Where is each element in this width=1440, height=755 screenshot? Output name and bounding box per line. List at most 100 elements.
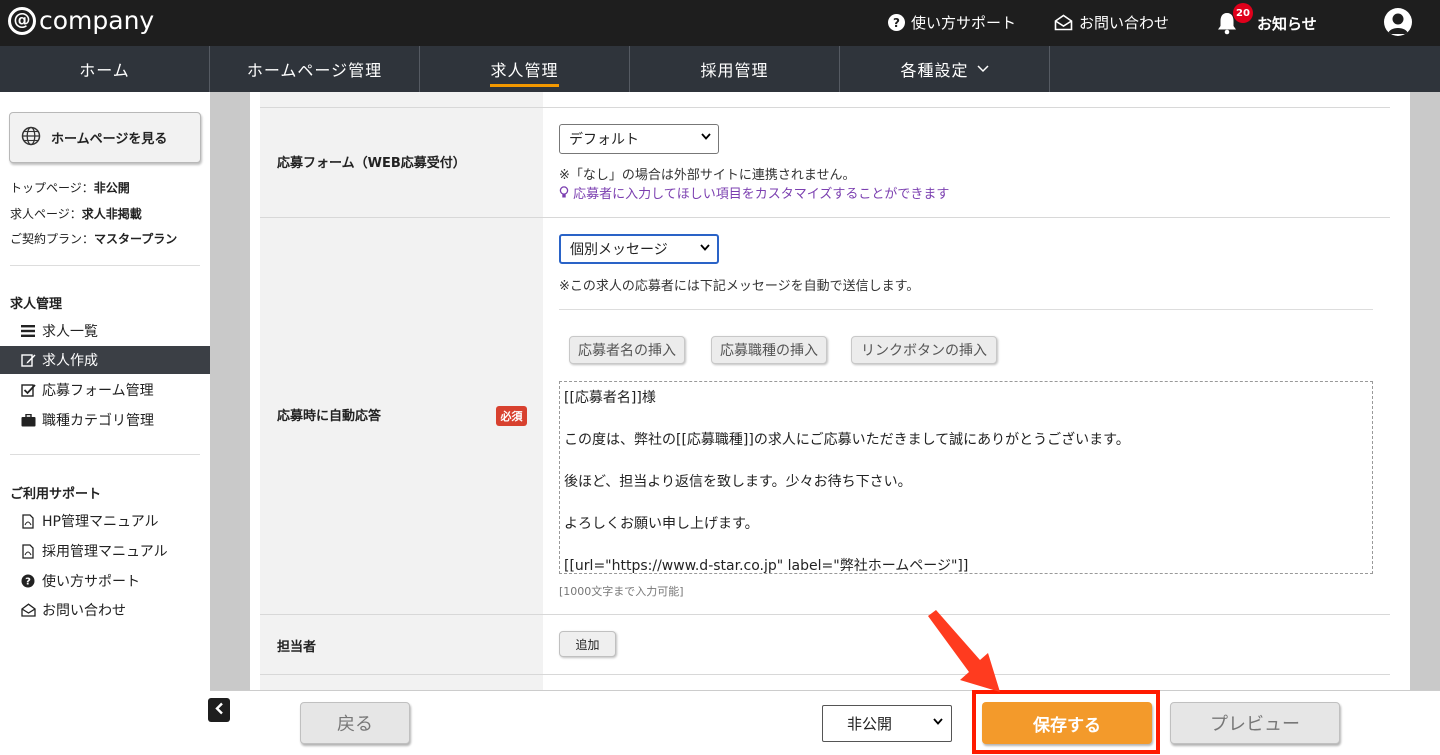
status-plan: ご契約プラン：マスタープラン: [10, 230, 177, 247]
apply-form-select[interactable]: デフォルト: [559, 124, 719, 154]
status-value: 非公開: [93, 181, 130, 195]
globe-icon: [21, 126, 41, 150]
character-limit-note: [1000文字まで入力可能]: [559, 585, 684, 598]
message-line: 後ほど、担当より返信を致します。少々お待ち下さい。: [564, 474, 912, 490]
section-title-job-management: 求人管理: [10, 297, 63, 312]
preview-button[interactable]: プレビュー: [1170, 702, 1340, 744]
logo-text: company: [39, 6, 155, 35]
chevron-left-icon: [214, 702, 224, 719]
auto-reply-message-textarea[interactable]: [[応募者名]]様 この度は、弊社の[[応募職種]]の求人にご応募いただきまして…: [559, 381, 1373, 574]
form-panel: 応募フォーム（WEB応募受付） デフォルト ※「なし」の場合は外部サイトに連携さ…: [250, 92, 1410, 690]
sidebar-item-label: 採用管理マニュアル: [42, 544, 168, 560]
row-value-cell: 個別メッセージ ※この求人の応募者には下記メッセージを自動で送信します。 応募者…: [543, 218, 1390, 614]
sidebar-item-apply-form[interactable]: 応募フォーム管理: [0, 376, 210, 404]
sidebar-item-job-category[interactable]: 職種カテゴリ管理: [0, 406, 210, 434]
sidebar-item-recruit-manual[interactable]: 採用管理マニュアル: [0, 537, 210, 565]
save-button[interactable]: 保存する: [982, 702, 1152, 744]
auto-reply-selected: 個別メッセージ: [570, 242, 668, 258]
row-label-cell: 担当者: [260, 615, 543, 674]
nav-home[interactable]: ホーム: [0, 46, 210, 92]
logo-mark: @: [8, 6, 36, 35]
notification-badge: 20: [1233, 3, 1253, 23]
form-row-auto-reply: 応募時に自動応答 必須 個別メッセージ ※この求人の応募者には下記メッセージを自…: [260, 218, 1390, 615]
sidebar-item-label: 応募フォーム管理: [42, 383, 154, 399]
divider: [559, 309, 1373, 310]
sidebar-item-label: 職種カテゴリ管理: [42, 413, 154, 429]
sidebar-item-contact[interactable]: お問い合わせ: [0, 596, 210, 624]
nav-label: 採用管理: [700, 61, 769, 80]
nav-homepage-management[interactable]: ホームページ管理: [210, 46, 420, 92]
apply-form-selected: デフォルト: [569, 132, 639, 148]
form-row-partial: [260, 675, 1390, 690]
auto-reply-label: 応募時に自動応答: [277, 409, 382, 424]
back-button[interactable]: 戻る: [300, 702, 410, 744]
status-job-page: 求人ページ：求人非掲載: [10, 205, 142, 222]
notifications-label: お知らせ: [1257, 14, 1317, 33]
briefcase-icon: [20, 413, 36, 427]
apply-form-note: ※「なし」の場合は外部サイトに連携されません。: [559, 168, 856, 183]
auto-reply-select[interactable]: 個別メッセージ: [559, 234, 719, 264]
customize-form-link[interactable]: 応募者に入力してほしい項目をカスタマイズすることができます: [559, 183, 949, 202]
support-label: 使い方サポート: [911, 14, 1017, 32]
divider: [10, 265, 200, 266]
insert-applicant-name-button[interactable]: 応募者名の挿入: [569, 336, 685, 364]
row-label-cell: 応募フォーム（WEB応募受付）: [260, 108, 543, 217]
status-value: 求人非掲載: [81, 207, 142, 221]
sidebar-item-hp-manual[interactable]: HP管理マニュアル: [0, 507, 210, 535]
chevron-down-icon: [976, 62, 989, 76]
chevron-down-icon: [700, 243, 710, 254]
insert-link-button[interactable]: リンクボタンの挿入: [851, 336, 997, 364]
divider: [10, 454, 200, 455]
nav-job-management[interactable]: 求人管理: [420, 46, 630, 92]
sidebar-item-job-list[interactable]: 求人一覧: [0, 317, 210, 345]
sidebar-item-label: お問い合わせ: [42, 603, 126, 619]
bell-icon: 20: [1216, 3, 1253, 35]
row-value-cell: [543, 92, 1390, 107]
nav-label: ホーム: [79, 61, 130, 80]
support-link[interactable]: ? 使い方サポート: [888, 12, 1016, 33]
visibility-selected: 非公開: [847, 715, 893, 733]
mail-icon: [20, 603, 36, 617]
chevron-down-icon: [701, 132, 711, 143]
required-badge: 必須: [496, 406, 527, 426]
nav-recruitment[interactable]: 採用管理: [630, 46, 840, 92]
sidebar-item-support[interactable]: ? 使い方サポート: [0, 567, 210, 595]
customize-form-label: 応募者に入力してほしい項目をカスタマイズすることができます: [573, 187, 950, 202]
sidebar: ホームページを見る トップページ：非公開 求人ページ：求人非掲載 ご契約プラン：…: [0, 92, 210, 755]
contact-label: お問い合わせ: [1079, 14, 1170, 32]
insert-job-type-button[interactable]: 応募職種の挿入: [711, 336, 827, 364]
avatar[interactable]: [1384, 8, 1412, 36]
row-label-cell: 応募時に自動応答 必須: [260, 218, 543, 614]
status-value: マスタープラン: [94, 232, 178, 246]
sidebar-item-label: 使い方サポート: [42, 574, 140, 590]
section-title-support: ご利用サポート: [10, 487, 102, 502]
view-homepage-label: ホームページを見る: [51, 132, 168, 147]
nav-label: 各種設定: [900, 61, 969, 80]
pdf-icon: [20, 513, 36, 529]
nav-label: ホームページ管理: [246, 61, 383, 80]
list-icon: [20, 325, 36, 337]
nav-settings[interactable]: 各種設定: [840, 46, 1050, 92]
sidebar-item-label: 求人作成: [42, 353, 98, 369]
status-label: 求人ページ：: [10, 207, 82, 221]
view-homepage-button[interactable]: ホームページを見る: [9, 112, 201, 163]
contact-link[interactable]: お問い合わせ: [1054, 12, 1169, 33]
sidebar-item-job-create[interactable]: 求人作成: [0, 346, 210, 374]
form-row-partial: [260, 92, 1390, 108]
visibility-select[interactable]: 非公開: [822, 705, 952, 742]
collapse-sidebar-button[interactable]: [208, 698, 230, 722]
add-person-button[interactable]: 追加: [559, 631, 616, 657]
notifications-link[interactable]: 20 お知らせ: [1216, 3, 1317, 35]
sidebar-item-label: HP管理マニュアル: [42, 514, 159, 530]
message-line: [[url="https://www.d-star.co.jp" label="…: [564, 558, 969, 574]
row-label-cell: [260, 92, 543, 107]
main-nav: ホーム ホームページ管理 求人管理 採用管理 各種設定: [0, 46, 1440, 92]
row-label-cell: [260, 675, 543, 690]
sidebar-item-label: 求人一覧: [42, 324, 98, 340]
lightbulb-icon: [559, 186, 569, 202]
content-area: 応募フォーム（WEB応募受付） デフォルト ※「なし」の場合は外部サイトに連携さ…: [210, 92, 1440, 690]
nav-label: 求人管理: [490, 57, 559, 87]
company-logo[interactable]: @ company: [8, 6, 154, 35]
mail-icon: [1054, 14, 1073, 31]
message-line: よろしくお願い申し上げます。: [564, 516, 759, 532]
